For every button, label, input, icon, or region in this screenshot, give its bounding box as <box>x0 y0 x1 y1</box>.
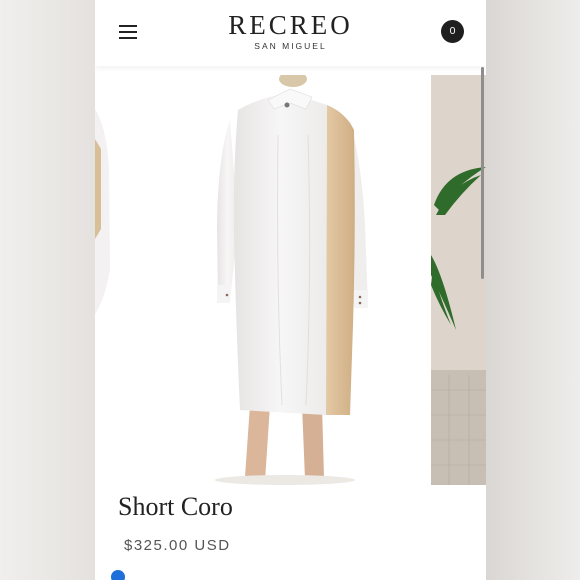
product-title: Short Coro <box>118 492 233 521</box>
product-main-image <box>190 71 430 485</box>
background-right <box>485 0 580 580</box>
site-header: RECREO SAN MIGUEL 0 <box>95 0 486 66</box>
color-swatch-dot[interactable] <box>111 570 125 580</box>
product-price: $325.00 USD <box>124 537 231 554</box>
next-product-image[interactable] <box>431 75 486 485</box>
product-gallery[interactable] <box>95 67 486 485</box>
scrollbar[interactable] <box>481 67 484 279</box>
logo-text[interactable]: RECREO <box>95 10 486 41</box>
cart-count-badge[interactable]: 0 <box>441 20 464 43</box>
phone-screen: RECREO SAN MIGUEL 0 Short Coro $325.00 U… <box>95 0 486 580</box>
background-left <box>0 0 95 580</box>
previous-product-image[interactable] <box>95 109 111 319</box>
logo-subtitle: SAN MIGUEL <box>254 41 327 51</box>
